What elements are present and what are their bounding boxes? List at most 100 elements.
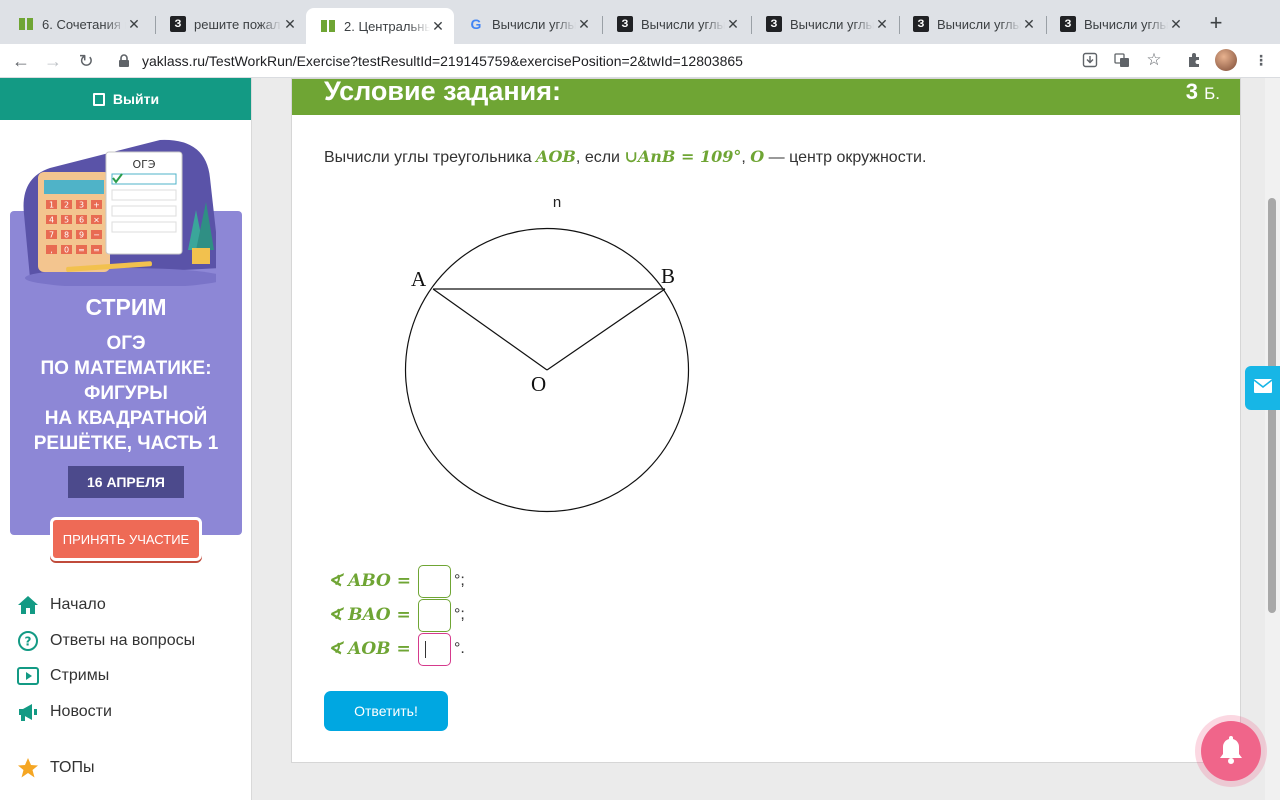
logout-icon	[92, 92, 105, 106]
svg-text:?: ?	[25, 635, 32, 649]
sidebar: Выйти 1 2 3 + 4 5 6 × 7 8 9− , 0 = = ОГЭ СТРИМ О	[0, 78, 252, 800]
mail-icon	[1253, 378, 1273, 399]
svg-text:7: 7	[49, 231, 54, 240]
task-title: Условие задания:	[324, 76, 562, 106]
label-o: O	[531, 372, 546, 396]
task-header: Условие задания: 3 Б.	[292, 76, 1240, 115]
page-scrollbar[interactable]	[1265, 78, 1280, 800]
logout-button[interactable]: Выйти	[0, 78, 251, 120]
promo-subtitle: ОГЭ ПО МАТЕМАТИКЕ: ФИГУРЫ НА КВАДРАТНОЙ …	[33, 333, 219, 454]
answer-row-aob: ∢ AOB = °.	[328, 632, 465, 666]
svg-text:3: 3	[79, 201, 84, 210]
radius-ob	[546, 288, 666, 371]
sidebar-item-streams[interactable]: Стримы	[16, 663, 109, 689]
svg-text:+: +	[93, 201, 100, 210]
next-item-icon	[16, 791, 40, 800]
browser-tab[interactable]: З решите пожал ✕	[156, 8, 306, 40]
label-b: B	[661, 264, 675, 288]
svg-text:−: −	[93, 231, 100, 240]
translate-icon[interactable]	[1113, 52, 1131, 70]
close-tab-icon[interactable]: ✕	[1021, 16, 1037, 33]
close-tab-icon[interactable]: ✕	[874, 16, 890, 33]
yaklass-icon	[18, 16, 34, 32]
play-icon	[16, 664, 40, 688]
promo-join-button[interactable]: ПРИНЯТЬ УЧАСТИЕ	[50, 517, 202, 561]
svg-text:1: 1	[49, 201, 54, 210]
menu-dots-icon[interactable]: ⋮	[1252, 52, 1270, 70]
svg-text:5: 5	[64, 216, 69, 225]
label-a: A	[411, 267, 427, 291]
close-tab-icon[interactable]: ✕	[725, 16, 741, 33]
task-statement: Вычисли углы треугольника AOB, если ∪AnB…	[324, 147, 927, 166]
lock-icon	[118, 54, 132, 68]
close-tab-icon[interactable]: ✕	[430, 18, 446, 35]
browser-tab-active[interactable]: 2. Центральнь ✕	[306, 8, 454, 44]
svg-text:×: ×	[93, 216, 100, 225]
browser-tab[interactable]: З Вычисли углы ✕	[752, 8, 898, 40]
svg-text:0: 0	[64, 246, 69, 255]
new-tab-button[interactable]: +	[1204, 12, 1228, 36]
question-icon: ?	[16, 629, 40, 653]
browser-tab-bar: 6. Сочетания и ✕ З решите пожал ✕ 2. Цен…	[0, 0, 1280, 44]
browser-toolbar: ← → ↻ yaklass.ru/TestWorkRun/Exercise?te…	[0, 44, 1280, 78]
download-icon[interactable]	[1081, 52, 1099, 70]
svg-text:6: 6	[79, 216, 84, 225]
angle-aob-input[interactable]	[418, 632, 451, 666]
close-tab-icon[interactable]: ✕	[576, 16, 592, 33]
radius-oa	[432, 288, 548, 371]
browser-tab[interactable]: G Вычисли углы ✕	[454, 8, 600, 40]
promo-card-label: ОГЭ	[132, 158, 155, 171]
google-icon: G	[470, 16, 482, 32]
browser-tab[interactable]: З Вычисли углы ✕	[603, 8, 749, 40]
znanija-icon: З	[170, 16, 186, 32]
feedback-mail-button[interactable]	[1245, 366, 1280, 410]
answer-row-abo: ∢ ABO = °;	[328, 564, 465, 598]
yaklass-icon	[320, 18, 336, 34]
znanija-icon: З	[766, 16, 782, 32]
star-icon	[16, 756, 40, 780]
circle-diagram: n A B O	[404, 194, 690, 513]
sidebar-item-news[interactable]: Новости	[16, 699, 112, 725]
svg-text:,: ,	[50, 246, 53, 255]
znanija-icon: З	[617, 16, 633, 32]
task-points: 3 Б.	[1185, 79, 1220, 104]
sidebar-item-home[interactable]: Начало	[16, 592, 106, 618]
sidebar-item-answers[interactable]: ? Ответы на вопросы	[16, 628, 195, 654]
address-bar[interactable]: yaklass.ru/TestWorkRun/Exercise?testResu…	[108, 47, 1248, 75]
svg-text:2: 2	[64, 201, 69, 210]
exercise-panel: Условие задания: 3 Б. Вычисли углы треуг…	[291, 76, 1241, 763]
browser-tab[interactable]: З Вычисли углы ✕	[899, 8, 1045, 40]
promo-title: СТРИМ	[85, 294, 167, 320]
promo-date-badge: 16 АПРЕЛЯ	[68, 466, 184, 498]
svg-text:8: 8	[64, 231, 69, 240]
url-text: yaklass.ru/TestWorkRun/Exercise?testResu…	[142, 53, 743, 69]
angle-bao-input[interactable]	[418, 598, 451, 632]
svg-text:4: 4	[49, 216, 54, 225]
bookmark-star-icon[interactable]: ☆	[1145, 50, 1163, 69]
answer-row-bao: ∢ BAO = °;	[328, 598, 465, 632]
svg-text:=: =	[78, 246, 85, 255]
browser-tab[interactable]: 6. Сочетания и ✕	[4, 8, 150, 40]
megaphone-icon	[16, 700, 40, 724]
extensions-icon[interactable]	[1185, 52, 1203, 70]
svg-text:9: 9	[79, 231, 84, 240]
notifications-button[interactable]	[1201, 721, 1261, 781]
bell-icon	[1216, 733, 1246, 770]
angle-abo-input[interactable]	[418, 564, 451, 598]
sidebar-item-tops[interactable]: ТОПы	[16, 755, 95, 781]
close-tab-icon[interactable]: ✕	[282, 16, 298, 33]
submit-answer-button[interactable]: Ответить!	[324, 691, 448, 731]
sidebar-item-partial[interactable]	[16, 790, 50, 800]
close-tab-icon[interactable]: ✕	[1168, 16, 1184, 33]
promo-illustration: 1 2 3 + 4 5 6 × 7 8 9− , 0 = = ОГЭ	[23, 139, 216, 286]
forward-arrow-icon[interactable]: →	[42, 50, 64, 72]
label-n: n	[553, 194, 561, 211]
profile-avatar[interactable]	[1215, 49, 1237, 71]
home-icon	[16, 593, 40, 617]
svg-text:=: =	[93, 246, 100, 255]
znanija-icon: З	[913, 16, 929, 32]
back-arrow-icon[interactable]: ←	[10, 50, 32, 72]
browser-tab[interactable]: З Вычисли углы ✕	[1046, 8, 1192, 40]
close-tab-icon[interactable]: ✕	[126, 16, 142, 33]
reload-icon[interactable]: ↻	[75, 50, 97, 72]
